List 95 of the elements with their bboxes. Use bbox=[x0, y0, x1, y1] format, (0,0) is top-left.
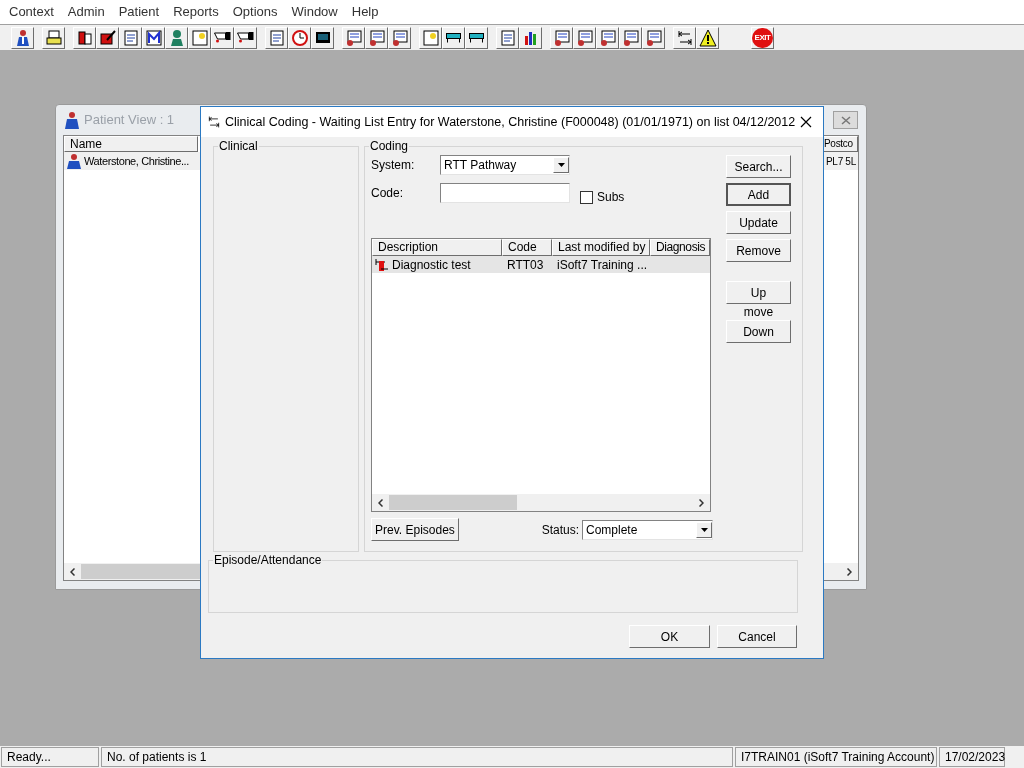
column-header[interactable]: Description bbox=[372, 239, 502, 256]
warning-icon bbox=[698, 28, 717, 47]
status-panel: No. of patients is 1 bbox=[101, 747, 733, 767]
group-label: Clinical bbox=[218, 139, 259, 153]
card-icon bbox=[390, 28, 409, 47]
menu-item[interactable]: Admin bbox=[60, 3, 112, 21]
toolbar-button[interactable] bbox=[234, 26, 257, 49]
prev-episodes-button[interactable]: Prev. Episodes bbox=[371, 518, 459, 541]
menu-item[interactable]: Reports bbox=[166, 3, 226, 21]
code-field[interactable] bbox=[440, 183, 570, 203]
pencil-icon bbox=[98, 28, 117, 47]
ok-button[interactable]: OK bbox=[629, 625, 710, 648]
patient-name: Waterstone, Christine... bbox=[84, 153, 189, 169]
menu-item[interactable]: Options bbox=[225, 3, 285, 21]
field-label: System: bbox=[371, 157, 416, 174]
status-panel: I7TRAIN01 (iSoft7 Training Account) bbox=[735, 747, 937, 767]
toolbar-button[interactable] bbox=[465, 26, 488, 49]
card-icon bbox=[344, 28, 363, 47]
field-label: Code: bbox=[371, 185, 405, 202]
action-button[interactable]: Update bbox=[726, 211, 791, 234]
checkbox[interactable] bbox=[580, 190, 593, 204]
postcode: PL7 5L bbox=[825, 154, 857, 169]
description-cell-text: Diagnostic test bbox=[392, 256, 471, 274]
clock-icon bbox=[290, 28, 309, 47]
dropdown-value: Complete bbox=[585, 521, 639, 538]
bed-icon bbox=[446, 32, 461, 43]
caret-icon[interactable] bbox=[696, 521, 712, 538]
scrollbar-thumb[interactable] bbox=[389, 495, 517, 510]
toolbar-button[interactable] bbox=[73, 26, 96, 49]
toolbar-button[interactable] bbox=[42, 26, 65, 49]
toolbar-button[interactable] bbox=[673, 26, 696, 49]
column-header[interactable]: Code bbox=[502, 239, 552, 256]
caret-icon[interactable] bbox=[553, 157, 569, 173]
printer-icon bbox=[44, 28, 63, 47]
menu-item[interactable]: Context bbox=[2, 3, 61, 21]
move-label: move bbox=[742, 305, 775, 319]
window-title: Patient View : 1 bbox=[84, 111, 175, 130]
pointing-hand-icon bbox=[237, 32, 254, 43]
toolbar-button[interactable] bbox=[696, 26, 719, 49]
column-header[interactable]: Name bbox=[64, 136, 198, 152]
book-icon bbox=[75, 28, 94, 47]
swap-arrows-icon bbox=[675, 28, 694, 47]
action-button[interactable]: Search... bbox=[726, 155, 791, 178]
toolbar-button[interactable] bbox=[211, 26, 234, 49]
status-panel: 17/02/2023 bbox=[939, 747, 1005, 767]
cancel-button[interactable]: Cancel bbox=[717, 625, 797, 648]
action-button[interactable]: Remove bbox=[726, 239, 791, 262]
person-icon bbox=[64, 111, 80, 129]
coding-entry-icon bbox=[375, 257, 389, 272]
code-cell-text: RTT03 bbox=[506, 256, 545, 274]
column-header[interactable]: Diagnosis bbox=[650, 239, 710, 256]
move-down-button[interactable]: Down bbox=[726, 320, 791, 343]
close-icon bbox=[800, 116, 813, 128]
horizontal-scrollbar[interactable] bbox=[372, 494, 710, 511]
person-icon bbox=[66, 153, 82, 169]
dialog-title: Clinical Coding - Waiting List Entry for Waterstone, Christine (F000048) (01/01/1971) on list 04/12/2012 bbox=[225, 113, 796, 131]
note-icon bbox=[190, 28, 209, 47]
action-button[interactable]: Add bbox=[726, 183, 791, 206]
toolbar-button[interactable] bbox=[11, 26, 34, 49]
dropdown-value: RTT Pathway bbox=[443, 157, 518, 173]
close-icon bbox=[840, 115, 851, 125]
column-header[interactable]: Last modified by bbox=[552, 239, 650, 256]
toolbar-button[interactable] bbox=[442, 26, 465, 49]
toolbar-button[interactable] bbox=[142, 26, 165, 49]
card-icon bbox=[575, 28, 594, 47]
toolbar-button[interactable] bbox=[96, 26, 119, 49]
bed-icon bbox=[469, 32, 484, 43]
card-icon bbox=[644, 28, 663, 47]
document-icon bbox=[121, 28, 140, 47]
menu-item[interactable]: Window bbox=[284, 3, 345, 21]
group-label: Episode/Attendance bbox=[213, 553, 323, 567]
status-panel: Ready... bbox=[1, 747, 99, 767]
pointing-hand-icon bbox=[214, 32, 231, 43]
menu-item[interactable]: Help bbox=[344, 3, 386, 21]
group-label: Coding bbox=[369, 139, 410, 153]
checkbox-label: Subs bbox=[597, 189, 625, 206]
card-icon bbox=[598, 28, 617, 47]
menu-item[interactable]: Patient bbox=[111, 3, 167, 21]
document-icon bbox=[498, 28, 517, 47]
note-icon bbox=[421, 28, 440, 47]
list-row[interactable]: Diagnostic test RTT03 iSoft7 Training ... bbox=[372, 256, 710, 273]
dropdown[interactable]: RTT Pathway bbox=[440, 155, 570, 175]
field-label: Status: bbox=[541, 521, 579, 539]
modified-by-cell-text: iSoft7 Training ... bbox=[556, 256, 649, 274]
document-icon bbox=[267, 28, 286, 47]
card-icon bbox=[552, 28, 571, 47]
card-icon bbox=[367, 28, 386, 47]
toolbar-button[interactable] bbox=[311, 26, 334, 49]
exit-button[interactable]: EXIT bbox=[751, 26, 774, 49]
move-up-button[interactable]: Up bbox=[726, 281, 791, 304]
dropdown[interactable]: Complete bbox=[582, 519, 713, 540]
letter-icon bbox=[144, 28, 163, 47]
column-header[interactable]: Postco bbox=[822, 136, 858, 152]
card-icon bbox=[621, 28, 640, 47]
toolbar-button[interactable] bbox=[519, 26, 542, 49]
